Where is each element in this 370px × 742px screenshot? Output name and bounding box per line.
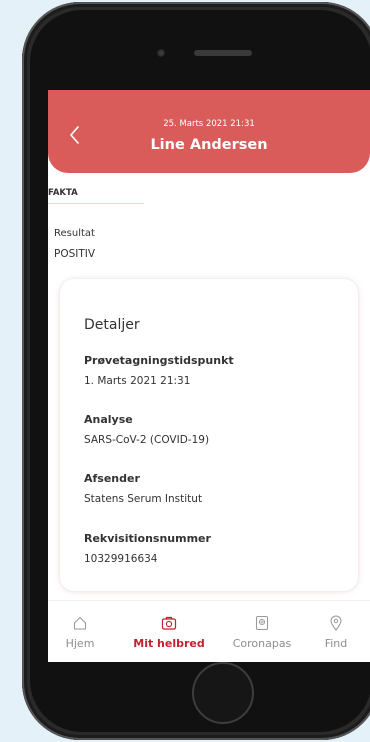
sender-label: Afsender <box>84 472 140 485</box>
result-label: Resultat <box>54 228 95 239</box>
header-date: 25. Marts 2021 21:31 <box>163 119 255 129</box>
requisition-number-value: 10329916634 <box>84 553 158 565</box>
tab-hjem[interactable]: Hjem <box>54 601 106 662</box>
tab-coronapas[interactable]: Coronapas <box>228 601 296 662</box>
bottom-tab-bar: Hjem Mit helbred Coronapas Find <box>48 600 370 662</box>
app-screen: 25. Marts 2021 21:31 Line Andersen FAKTA… <box>48 90 370 662</box>
health-kit-icon <box>161 616 177 630</box>
section-title: FAKTA <box>48 188 78 198</box>
section-divider <box>48 203 144 204</box>
sampling-time-value: 1. Marts 2021 21:31 <box>84 375 191 387</box>
sender-value: Statens Serum Institut <box>84 493 203 505</box>
app-header: 25. Marts 2021 21:31 Line Andersen <box>48 90 370 173</box>
requisition-number-label: Rekvisitionsnummer <box>84 532 211 545</box>
result-value: POSITIV <box>54 248 96 260</box>
sampling-time-label: Prøvetagningstidspunkt <box>84 354 234 367</box>
tab-label: Mit helbred <box>133 637 205 650</box>
passport-icon <box>255 615 269 631</box>
analysis-label: Analyse <box>84 413 133 426</box>
tab-label: Find <box>324 637 348 650</box>
home-button[interactable] <box>192 662 254 724</box>
header-name: Line Andersen <box>150 137 268 153</box>
tab-label: Coronapas <box>232 637 292 650</box>
tab-mit-helbred[interactable]: Mit helbred <box>130 601 208 662</box>
details-title: Detaljer <box>84 317 140 333</box>
location-pin-icon <box>330 615 342 631</box>
home-icon <box>73 616 87 630</box>
front-camera <box>157 49 165 57</box>
details-card: Detaljer Prøvetagningstidspunkt 1. Marts… <box>60 279 358 591</box>
tab-find[interactable]: Find <box>314 601 358 662</box>
tab-label: Hjem <box>65 637 95 650</box>
earpiece-speaker <box>194 50 252 56</box>
analysis-value: SARS-CoV-2 (COVID-19) <box>84 434 210 446</box>
